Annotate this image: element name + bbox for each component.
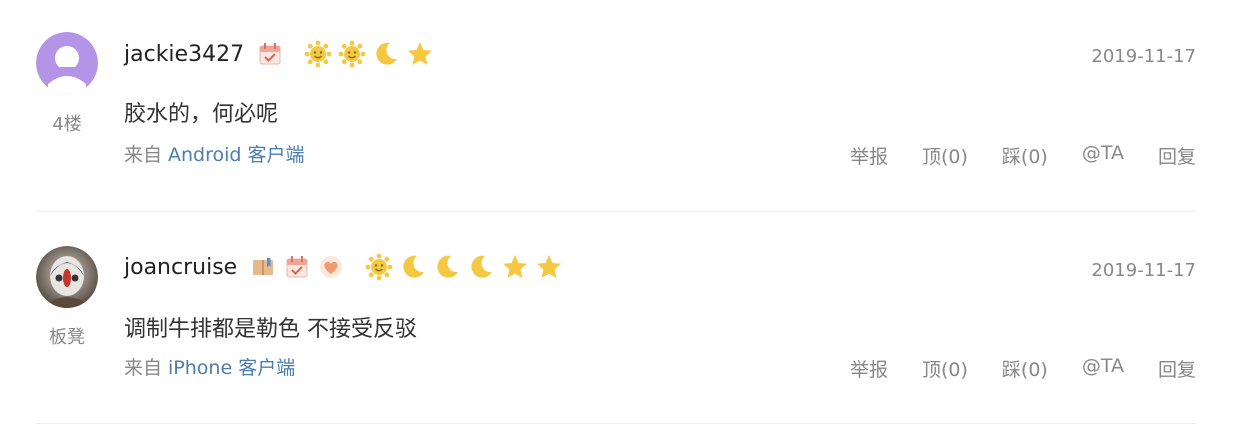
- badge-list: [251, 255, 353, 279]
- comment-header: jackie3427: [124, 39, 440, 69]
- upvote-button[interactable]: 顶(0): [922, 142, 968, 169]
- star-icon: [503, 255, 528, 278]
- report-button[interactable]: 举报: [850, 142, 888, 169]
- moon-icon: [376, 42, 398, 65]
- book-badge-icon: [253, 258, 274, 275]
- avatar[interactable]: [36, 32, 98, 94]
- calendar-badge-icon: [259, 43, 281, 65]
- comment-actions: 举报 顶(0) 踩(0) @TA 回复: [816, 355, 1196, 382]
- star-icon: [408, 42, 433, 65]
- moon-icon: [403, 255, 425, 278]
- moon-icon: [437, 255, 459, 278]
- reply-button[interactable]: 回复: [1158, 355, 1196, 382]
- comment-header: joancruise: [124, 252, 569, 282]
- upvote-button[interactable]: 顶(0): [922, 355, 968, 382]
- default-avatar-icon: [36, 32, 98, 94]
- comment-item: 4楼 jackie3427 2019-11-17 胶水的，何必呢 来自 Andr…: [36, 0, 1196, 212]
- device-link[interactable]: Android 客户端: [168, 144, 305, 166]
- reply-button[interactable]: 回复: [1158, 142, 1196, 169]
- downvote-button[interactable]: 踩(0): [1002, 355, 1048, 382]
- post-date: 2019-11-17: [1091, 260, 1196, 281]
- floor-label: 4楼: [52, 114, 82, 135]
- source-prefix: 来自: [124, 357, 163, 379]
- comment-item: 板凳 joancruise 2019-11-17 调制牛排都是勒色 不接受反驳 …: [36, 212, 1196, 424]
- comment-text: 胶水的，何必呢: [124, 102, 279, 127]
- heart-badge-icon: [320, 256, 343, 278]
- username-link[interactable]: jackie3427: [124, 42, 244, 67]
- level-icons: [304, 40, 440, 68]
- downvote-button[interactable]: 踩(0): [1002, 142, 1048, 169]
- user-photo-avatar: [36, 246, 98, 308]
- source-line: 来自 Android 客户端: [124, 140, 305, 167]
- report-button[interactable]: 举报: [850, 355, 888, 382]
- comment-list: 4楼 jackie3427 2019-11-17 胶水的，何必呢 来自 Andr…: [0, 0, 1238, 424]
- sun-icon: [365, 253, 393, 281]
- post-date: 2019-11-17: [1091, 46, 1196, 67]
- device-link[interactable]: iPhone 客户端: [168, 357, 295, 379]
- comment-actions: 举报 顶(0) 踩(0) @TA 回复: [816, 142, 1196, 169]
- source-line: 来自 iPhone 客户端: [124, 353, 295, 380]
- mention-button[interactable]: @TA: [1082, 142, 1124, 169]
- level-icons: [365, 253, 569, 281]
- calendar-badge-icon: [286, 256, 308, 278]
- username-link[interactable]: joancruise: [124, 255, 237, 280]
- mention-button[interactable]: @TA: [1082, 355, 1124, 382]
- floor-label: 板凳: [49, 327, 85, 348]
- star-icon: [537, 255, 562, 278]
- sun-icon: [338, 40, 366, 68]
- source-prefix: 来自: [124, 144, 163, 166]
- moon-icon: [471, 255, 493, 278]
- avatar[interactable]: [36, 246, 98, 308]
- badge-list: [258, 42, 292, 66]
- comment-text: 调制牛排都是勒色 不接受反驳: [124, 317, 417, 342]
- sun-icon: [304, 40, 332, 68]
